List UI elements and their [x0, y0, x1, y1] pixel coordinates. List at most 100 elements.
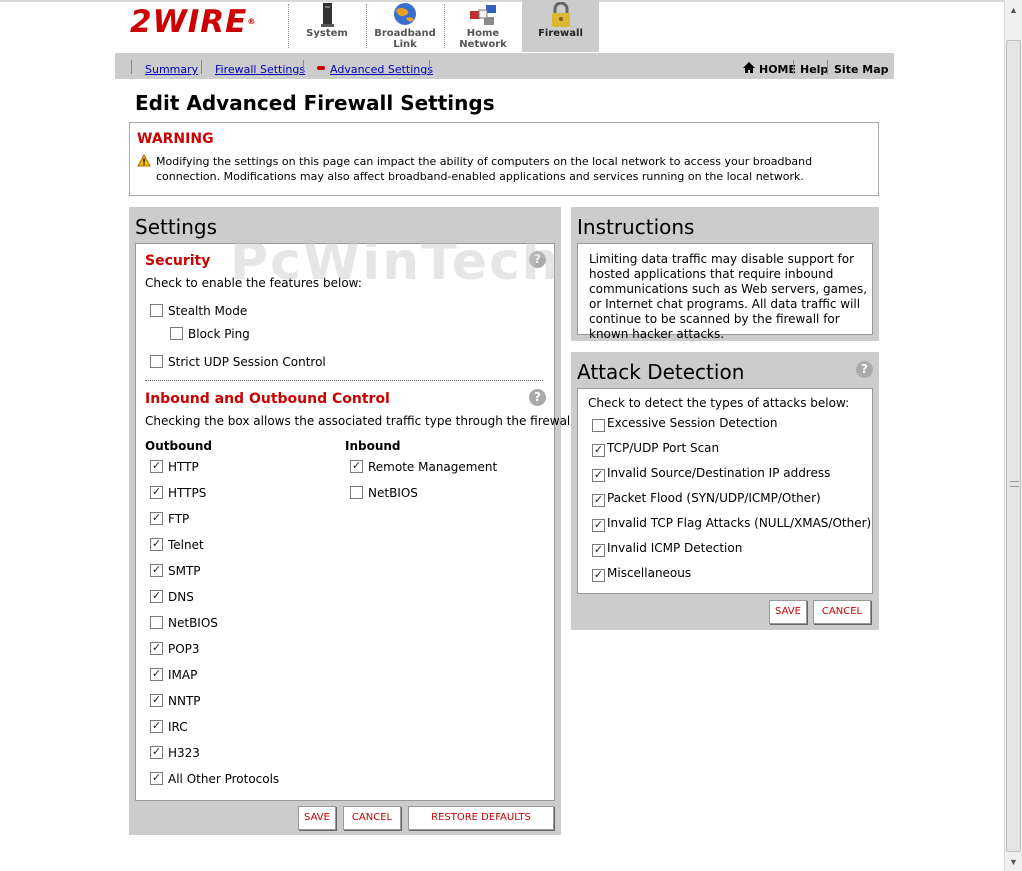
- invalid-ip-checkbox[interactable]: ✓: [592, 469, 605, 482]
- excessive-session-checkbox[interactable]: [592, 419, 605, 432]
- nav-divider: [366, 4, 367, 48]
- tab-firewall[interactable]: Firewall: [522, 0, 599, 52]
- outbound-other-label: All Other Protocols: [168, 772, 280, 786]
- subnav-summary-link[interactable]: Summary: [145, 63, 198, 76]
- excessive-session-label: Excessive Session Detection: [607, 416, 778, 430]
- invalid-tcp-flag-checkbox[interactable]: ✓: [592, 519, 605, 532]
- active-marker: [317, 66, 325, 70]
- inbound-netbios-checkbox[interactable]: [350, 486, 363, 499]
- vertical-scrollbar[interactable]: ▲ ▼: [1004, 0, 1022, 871]
- tab-broadband-label-1: Broadband: [374, 28, 436, 39]
- strict-udp-checkbox[interactable]: [150, 355, 163, 368]
- port-scan-label: TCP/UDP Port Scan: [607, 441, 720, 455]
- attack-detection-panel: Attack Detection ? Check to detect the t…: [571, 352, 879, 630]
- outbound-smtp-label: SMTP: [168, 564, 201, 578]
- help-link[interactable]: Help: [800, 63, 828, 76]
- outbound-pop3-label: POP3: [168, 642, 200, 656]
- subnav-divider: [303, 60, 304, 74]
- inout-desc: Checking the box allows the associated t…: [145, 414, 578, 428]
- outbound-pop3-checkbox[interactable]: ✓: [150, 642, 163, 655]
- 2wire-logo[interactable]: 2WIRE®: [130, 7, 270, 38]
- attack-cancel-button[interactable]: CANCEL: [813, 600, 871, 624]
- security-desc: Check to enable the features below:: [145, 276, 362, 290]
- outbound-nntp-checkbox[interactable]: ✓: [150, 694, 163, 707]
- tab-system-label: System: [306, 28, 348, 39]
- nav-divider: [288, 4, 289, 48]
- stealth-mode-checkbox[interactable]: [150, 304, 163, 317]
- outbound-h323-label: H323: [168, 746, 200, 760]
- subnav-advanced-settings-link[interactable]: Advanced Settings: [330, 63, 433, 76]
- attack-save-button[interactable]: SAVE: [769, 600, 807, 624]
- stealth-mode-label: Stealth Mode: [168, 304, 248, 318]
- block-ping-label: Block Ping: [188, 327, 250, 341]
- home-link[interactable]: HOME: [759, 63, 796, 76]
- invalid-tcp-flag-label: Invalid TCP Flag Attacks (NULL/XMAS/Othe…: [607, 516, 872, 530]
- scroll-down-icon[interactable]: ▼: [1005, 854, 1022, 871]
- warning-box: WARNING Modifying the settings on this p…: [129, 122, 879, 196]
- tower-icon: [321, 3, 334, 27]
- outbound-netbios-checkbox[interactable]: [150, 616, 163, 629]
- outbound-other-checkbox[interactable]: ✓: [150, 772, 163, 785]
- outbound-smtp-checkbox[interactable]: ✓: [150, 564, 163, 577]
- tab-broadband-link[interactable]: Broadband Link: [368, 0, 442, 52]
- warning-title: WARNING: [137, 131, 214, 147]
- outbound-nntp-label: NNTP: [168, 694, 201, 708]
- tab-system[interactable]: System: [290, 0, 364, 52]
- scroll-thumb[interactable]: [1006, 40, 1021, 852]
- outbound-telnet-checkbox[interactable]: ✓: [150, 538, 163, 551]
- outbound-http-checkbox[interactable]: ✓: [150, 460, 163, 473]
- registered-mark: ®: [247, 17, 257, 26]
- inbound-heading: Inbound: [345, 439, 401, 453]
- subnav-bar: Summary Firewall Settings Advanced Setti…: [115, 53, 894, 79]
- inout-help-icon[interactable]: ?: [529, 389, 546, 406]
- security-help-icon[interactable]: ?: [529, 251, 546, 268]
- outbound-ftp-label: FTP: [168, 512, 190, 526]
- outbound-ftp-checkbox[interactable]: ✓: [150, 512, 163, 525]
- home-icon: [743, 62, 755, 73]
- inbound-remote-mgmt-checkbox[interactable]: ✓: [350, 460, 363, 473]
- outbound-https-label: HTTPS: [168, 486, 207, 500]
- restore-defaults-button[interactable]: RESTORE DEFAULTS: [408, 806, 554, 830]
- settings-cancel-button[interactable]: CANCEL: [343, 806, 401, 830]
- outbound-imap-checkbox[interactable]: ✓: [150, 668, 163, 681]
- port-scan-checkbox[interactable]: ✓: [592, 444, 605, 457]
- outbound-h323-checkbox[interactable]: ✓: [150, 746, 163, 759]
- attack-detection-title: Attack Detection: [577, 360, 745, 384]
- subnav-divider: [131, 60, 132, 74]
- subnav-divider: [793, 60, 794, 74]
- outbound-irc-checkbox[interactable]: ✓: [150, 720, 163, 733]
- miscellaneous-label: Miscellaneous: [607, 566, 692, 580]
- instructions-title: Instructions: [577, 215, 695, 239]
- tab-firewall-label: Firewall: [538, 28, 583, 39]
- nav-divider: [444, 4, 445, 48]
- miscellaneous-checkbox[interactable]: ✓: [592, 569, 605, 582]
- logo-text: 2WIRE: [130, 4, 248, 40]
- outbound-https-checkbox[interactable]: ✓: [150, 486, 163, 499]
- settings-save-button[interactable]: SAVE: [298, 806, 336, 830]
- strict-udp-label: Strict UDP Session Control: [168, 355, 326, 369]
- subnav-divider: [429, 60, 430, 74]
- scroll-up-icon[interactable]: ▲: [1005, 2, 1022, 19]
- globe-icon: [394, 3, 416, 25]
- security-heading: Security: [145, 253, 211, 269]
- invalid-icmp-checkbox[interactable]: ✓: [592, 544, 605, 557]
- tab-home-network[interactable]: Home Network: [446, 0, 520, 52]
- instructions-box: Limiting data traffic may disable suppor…: [577, 243, 873, 341]
- outbound-dns-checkbox[interactable]: ✓: [150, 590, 163, 603]
- settings-title: Settings: [135, 215, 218, 239]
- settings-box: Security ? Check to enable the features …: [135, 243, 577, 801]
- subnav-divider: [201, 60, 202, 74]
- site-map-link[interactable]: Site Map: [834, 63, 888, 76]
- outbound-irc-label: IRC: [168, 720, 188, 734]
- block-ping-checkbox[interactable]: [170, 327, 183, 340]
- warning-text: Modifying the settings on this page can …: [156, 155, 813, 183]
- lock-icon: [551, 2, 570, 27]
- tab-home-network-label-1: Home: [466, 28, 500, 39]
- attack-detection-box: Check to detect the types of attacks bel…: [577, 388, 873, 594]
- page-title: Edit Advanced Firewall Settings: [135, 91, 495, 115]
- packet-flood-checkbox[interactable]: ✓: [592, 494, 605, 507]
- subnav-firewall-settings-link[interactable]: Firewall Settings: [215, 63, 305, 76]
- invalid-icmp-label: Invalid ICMP Detection: [607, 541, 743, 555]
- outbound-http-label: HTTP: [168, 460, 199, 474]
- attack-help-icon[interactable]: ?: [856, 361, 873, 378]
